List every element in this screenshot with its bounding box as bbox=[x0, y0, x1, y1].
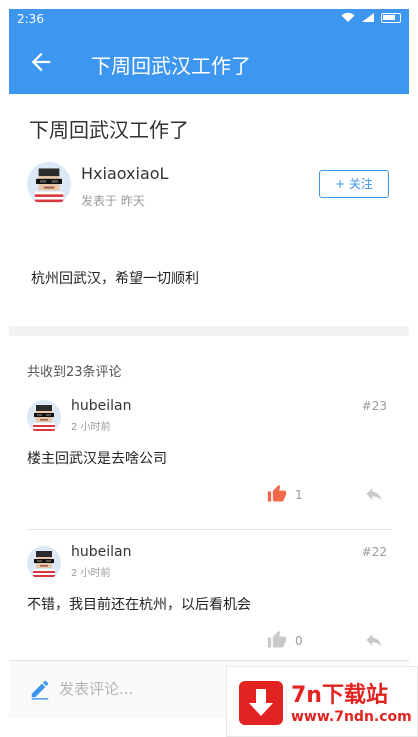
comment-item: hubeilan 2 小时前 #23 楼主回武汉是去啥公司 1 bbox=[9, 390, 409, 530]
download-logo-icon bbox=[239, 681, 283, 725]
author-name[interactable]: HxiaoxiaoL bbox=[81, 164, 168, 183]
comment-floor: #22 bbox=[361, 545, 387, 559]
back-arrow-icon[interactable] bbox=[27, 48, 55, 76]
topic-detail[interactable]: 下周回武汉工作了 HxiaoxiaoL 发表于 昨天 + 关注 杭州回武汉，希望… bbox=[9, 94, 409, 660]
battery-icon bbox=[381, 12, 401, 23]
commenter-avatar[interactable] bbox=[27, 400, 61, 434]
pencil-icon bbox=[31, 680, 49, 700]
reply-icon[interactable] bbox=[363, 484, 385, 504]
watermark-url: www.7ndn.com bbox=[291, 709, 412, 725]
commenter-avatar[interactable] bbox=[27, 546, 61, 580]
thumbs-up-icon[interactable] bbox=[267, 484, 287, 504]
follow-button[interactable]: + 关注 bbox=[319, 170, 389, 198]
status-bar: 2:36 bbox=[9, 9, 409, 30]
wifi-icon bbox=[341, 12, 355, 22]
app-bar: 下周回武汉工作了 bbox=[9, 30, 409, 94]
comment-divider bbox=[27, 529, 391, 530]
post-body: 杭州回武汉，希望一切顺利 bbox=[31, 271, 199, 287]
like-count: 1 bbox=[295, 488, 303, 502]
status-time: 2:36 bbox=[17, 12, 44, 26]
like-count: 0 bbox=[295, 634, 303, 648]
download-arrow-icon bbox=[249, 689, 273, 716]
app-bar-title: 下周回武汉工作了 bbox=[91, 54, 251, 78]
comment-floor: #23 bbox=[361, 399, 387, 413]
comment-time: 2 小时前 bbox=[71, 422, 111, 433]
watermark-name: 7n下载站 bbox=[291, 683, 388, 708]
commenter-name[interactable]: hubeilan bbox=[71, 398, 131, 414]
comment-item: hubeilan 2 小时前 #22 不错，我目前还在杭州，以后看机会 0 bbox=[9, 536, 409, 660]
author-avatar[interactable] bbox=[27, 162, 71, 206]
pixel-avatar-icon bbox=[27, 546, 61, 580]
commenter-name[interactable]: hubeilan bbox=[71, 544, 131, 560]
comment-text: 不错，我目前还在杭州，以后看机会 bbox=[27, 597, 251, 613]
comment-time: 2 小时前 bbox=[71, 568, 111, 579]
reply-icon[interactable] bbox=[363, 630, 385, 650]
comment-count: 共收到23条评论 bbox=[27, 365, 122, 380]
post-date: 发表于 昨天 bbox=[81, 194, 145, 208]
thumbs-up-icon[interactable] bbox=[267, 630, 287, 650]
comment-input[interactable] bbox=[59, 673, 239, 705]
post-title: 下周回武汉工作了 bbox=[29, 118, 189, 142]
signal-icon bbox=[362, 13, 374, 22]
status-icons bbox=[341, 12, 401, 23]
site-watermark: 7n下载站 www.7ndn.com bbox=[226, 666, 418, 737]
comment-text: 楼主回武汉是去啥公司 bbox=[27, 451, 167, 467]
pixel-avatar-icon bbox=[27, 162, 71, 206]
section-divider bbox=[9, 326, 409, 336]
pixel-avatar-icon bbox=[27, 400, 61, 434]
